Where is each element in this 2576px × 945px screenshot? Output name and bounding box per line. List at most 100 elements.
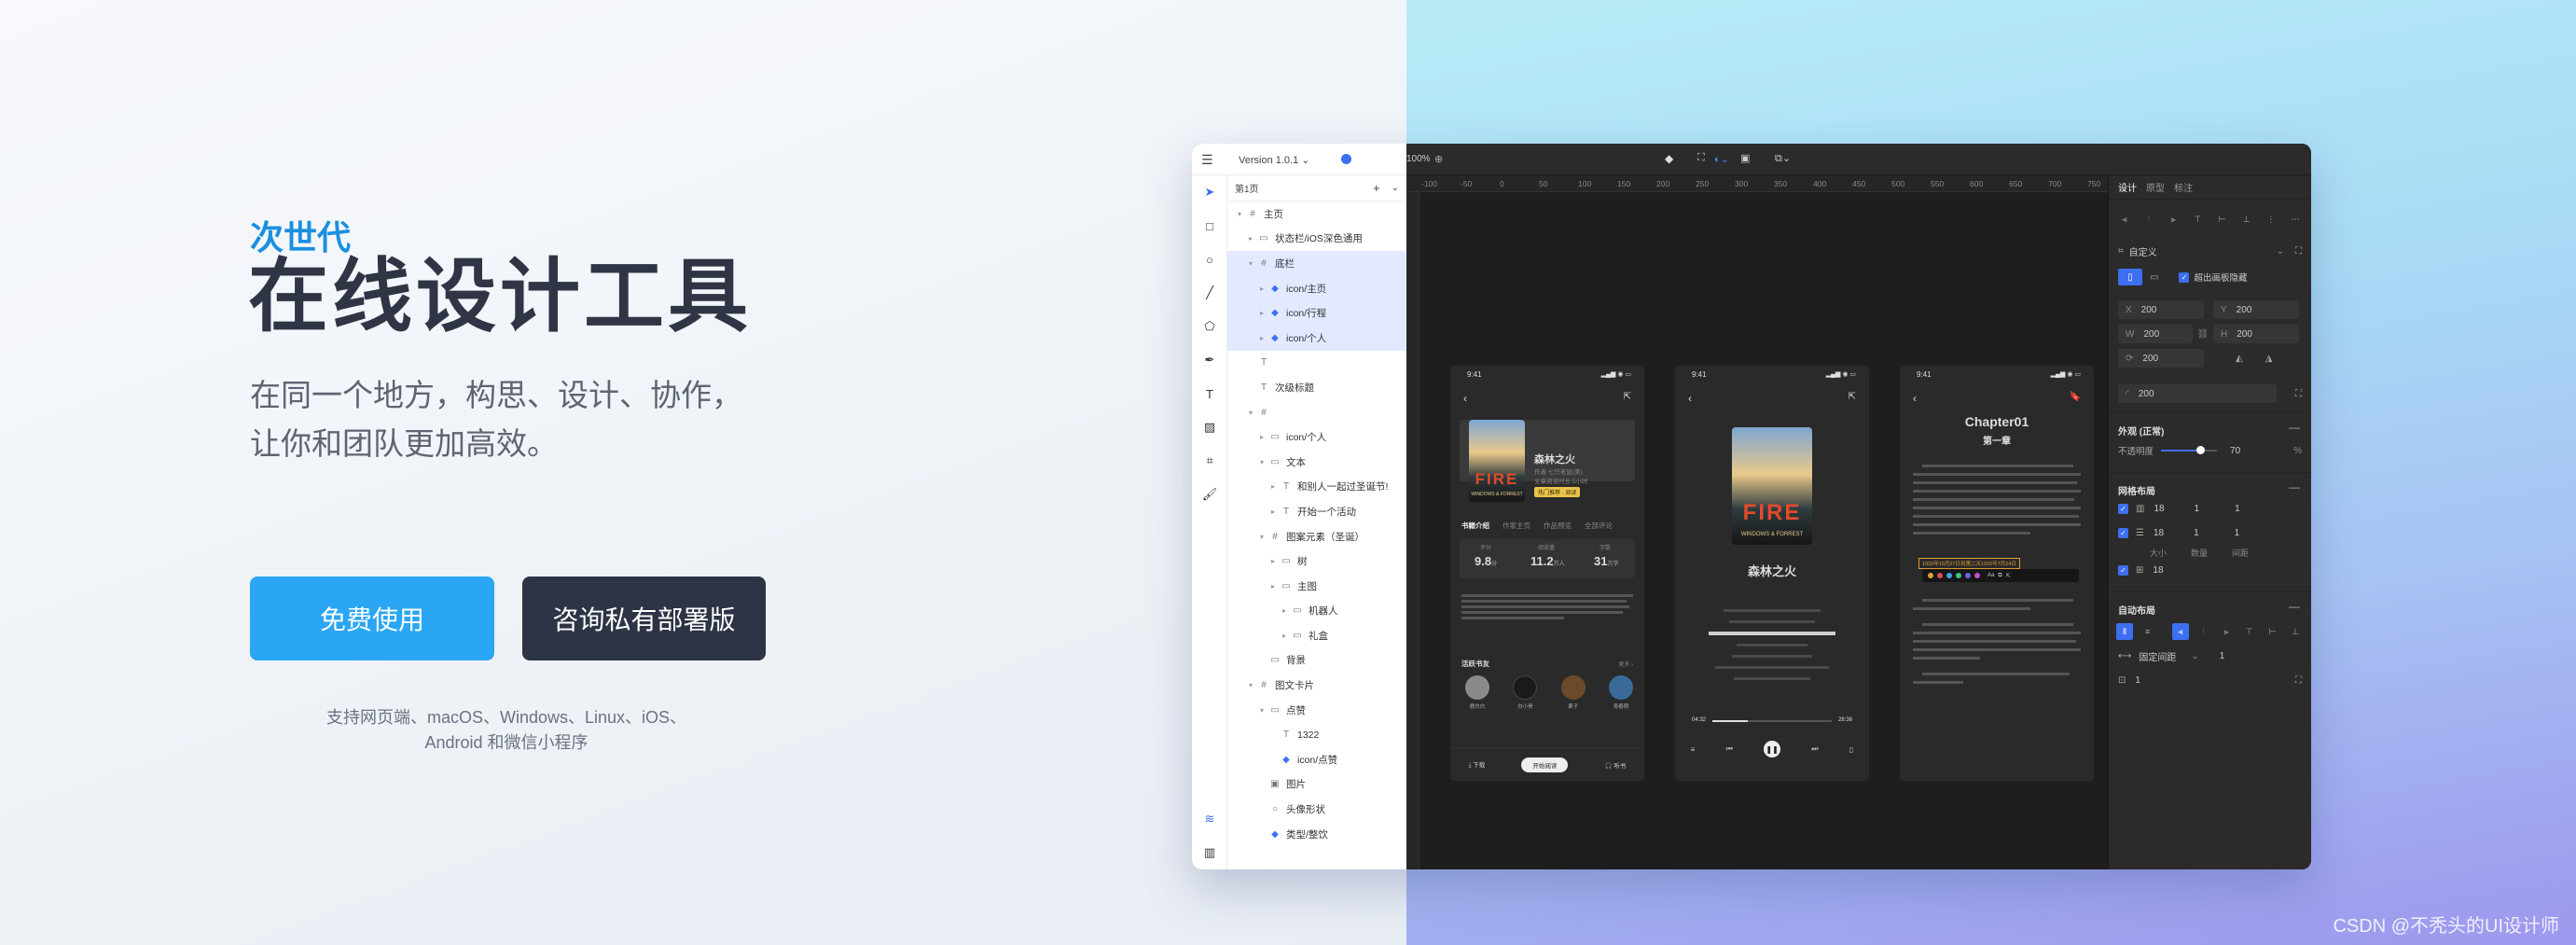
w-field[interactable]: W 200 [2118,325,2193,343]
ellipse-tool-icon[interactable]: ○ [1192,243,1227,276]
grid-gap[interactable]: 1 [2235,504,2240,514]
chevron-down-icon[interactable]: ⌄ [1392,183,1399,193]
align-top-icon[interactable]: ⊤ [2189,211,2206,228]
zoom-level[interactable]: 100% [1406,154,1431,164]
layer-row[interactable]: ▾ # 主页 [1227,202,1406,227]
highlighted-text[interactable]: 1932年10月27日到第二天1932年7月24日 [1918,558,2020,569]
back-icon[interactable]: ‹ [1463,392,1467,405]
color-swatch-blue[interactable] [1946,573,1952,578]
grid-size[interactable]: 18 [2154,504,2164,514]
chevron-right-icon[interactable]: ▸ [1257,309,1267,317]
chevron-right-icon[interactable]: ▸ [1257,285,1267,293]
align-top-icon[interactable]: ⊤ [2241,623,2258,640]
font-icon[interactable]: Aa [1987,573,1994,578]
align-bottom-icon[interactable]: ⊥ [2287,623,2304,640]
grid-enabled-checkbox[interactable]: ✓ [2118,565,2128,576]
rectangle-tool-icon[interactable]: □ [1192,209,1227,243]
add-page-icon[interactable]: + [1373,181,1380,195]
next-icon[interactable]: ⏭ [1811,744,1818,754]
start-reading-button[interactable]: 开始阅读 [1521,757,1569,772]
page-selector[interactable]: 第1页 + ⌄ [1227,175,1406,202]
independent-padding-icon[interactable]: ⛶ [2295,675,2302,686]
chevron-right-icon[interactable]: ▸ [1246,234,1255,243]
flip-horizontal-icon[interactable]: ◭ [2236,354,2243,364]
chevron-down-icon[interactable]: ▾ [1246,259,1255,268]
back-icon[interactable]: ‹ [1688,392,1692,405]
avatar-dot-icon[interactable] [1341,154,1351,164]
align-left-icon[interactable]: ⫷ [2116,211,2133,228]
color-swatch-pink[interactable] [1974,573,1980,578]
collapse-icon[interactable]: — [2289,421,2300,434]
layers-panel-icon[interactable]: ≋ [1192,802,1227,836]
grid-size[interactable]: 18 [2154,528,2164,538]
free-use-button[interactable]: 免费使用 [250,577,494,660]
color-swatch-purple[interactable] [1965,573,1971,578]
grid-gap[interactable]: 1 [2235,528,2240,538]
device-icon[interactable]: ▯ [1849,745,1853,754]
menu-icon[interactable]: ☰ [1201,152,1213,168]
version-selector[interactable]: Version 1.0.1 ⌄ [1239,154,1310,166]
gap-mode-label[interactable]: 固定间距 [2139,649,2176,663]
layer-row[interactable]: ▾ # 图案元素（圣诞） [1227,524,1406,549]
align-hcenter-icon[interactable]: ⫶ [2140,211,2157,228]
align-left-icon[interactable]: ⫷ [2171,623,2189,640]
distribute-v-icon[interactable]: ⋯ [2287,211,2304,228]
h-field[interactable]: H 200 [2213,325,2299,343]
vertical-layout-icon[interactable]: ≡ [2140,623,2156,640]
friend-item[interactable]: 鹿白白 [1465,675,1489,710]
portrait-icon[interactable]: ▯ [2118,269,2142,285]
layer-row[interactable]: ▸ ◆ icon/主页 [1227,275,1406,301]
share-icon[interactable]: ⇱ [1849,392,1856,402]
layer-row[interactable]: ▾ ▭ 点赞 [1227,698,1406,723]
independent-corners-icon[interactable]: ⛶ [2295,389,2302,399]
more-link[interactable]: 更多 › [1618,660,1633,668]
tab-annotate[interactable]: 标注 [2174,180,2193,194]
chevron-right-icon[interactable]: ▸ [1268,557,1278,565]
align-right-icon[interactable]: ⫸ [2165,211,2181,228]
assets-panel-icon[interactable]: ▥ [1192,836,1227,869]
chevron-down-icon[interactable]: ⌄ [2277,246,2284,257]
grid-enabled-checkbox[interactable]: ✓ [2118,504,2128,514]
horizontal-layout-icon[interactable]: ⫴ [2116,623,2133,640]
align-vcenter-icon[interactable]: ⊢ [2264,623,2280,640]
chevron-right-icon[interactable]: ▸ [1280,606,1289,615]
layer-row[interactable]: ◆ 类型/整饮 [1227,822,1406,847]
tab-comments[interactable]: 全部评论 [1585,521,1613,531]
canvas[interactable]: -100 -50 0 50 100 150 200 250 300 350 400 450 500 550… [1406,175,2108,869]
layer-row[interactable]: ▸ ▭ icon/个人 [1227,424,1406,450]
friend-item[interactable]: 白小骨 [1513,675,1538,710]
chevron-right-icon[interactable]: ▸ [1268,582,1278,591]
chevron-down-icon[interactable]: ▾ [1246,681,1255,689]
chevron-down-icon[interactable]: ⌄ [2191,651,2198,661]
layer-row[interactable]: ▸ ▭ 礼盒 [1227,623,1406,648]
back-icon[interactable]: ‹ [1913,392,1917,405]
opacity-slider[interactable] [2161,446,2218,454]
chevron-down-icon[interactable]: ▾ [1257,458,1267,466]
chevron-right-icon[interactable]: ▸ [1280,632,1289,640]
rotation-field[interactable]: ⟳ 200 [2118,349,2204,368]
chevron-right-icon[interactable]: ▸ [1257,334,1267,342]
layer-row[interactable]: ▸ ◆ icon/个人 [1227,325,1406,351]
copy-icon[interactable]: ⧉ [1998,573,2001,579]
layer-row[interactable]: ▣ 图片 [1227,772,1406,798]
image-tool-icon[interactable]: ▨ [1192,410,1227,444]
chevron-right-icon[interactable]: ▸ [1268,507,1278,516]
tab-design[interactable]: 设计 [2118,180,2137,194]
layer-row[interactable]: ▸ T 和别人一起过圣诞节! [1227,475,1406,500]
consult-private-deploy-button[interactable]: 咨询私有部署版 [522,577,766,660]
chevron-down-icon[interactable]: ▾ [1257,533,1267,541]
tab-intro[interactable]: 书籍介绍 [1461,521,1489,531]
layer-row[interactable]: ▸ ▭ 树 [1227,549,1406,574]
layer-row[interactable]: ▾ # 底栏 [1227,251,1406,276]
group-icon[interactable]: ⧉⌄ [1775,152,1791,165]
component-icon[interactable]: ◆ [1665,152,1673,165]
grid-count[interactable]: 1 [2195,504,2200,514]
layer-row[interactable]: T 1322 [1227,722,1406,747]
chevron-down-icon[interactable]: ▾ [1246,409,1255,417]
clip-content-checkbox[interactable]: ✓ [2179,271,2190,283]
layer-row[interactable]: T 次级标题 [1227,375,1406,400]
previous-icon[interactable]: ⏮ [1726,744,1733,754]
color-swatch-red[interactable] [1937,573,1943,578]
opacity-handle[interactable] [2196,446,2206,454]
layer-row[interactable]: ▸ T 开始一个活动 [1227,499,1406,524]
